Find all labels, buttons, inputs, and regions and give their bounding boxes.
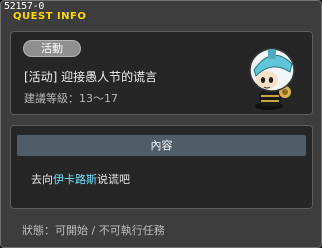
content-suffix: 说谎吧 <box>97 173 130 186</box>
level-requirement: 建議等級：13～17 <box>24 92 118 105</box>
ikarus-npc-icon <box>249 48 295 110</box>
quest-info-window: 52157-0 QUEST INFO 活動 [活动] 迎接愚人节的谎言 建議等級… <box>0 0 322 248</box>
quest-summary-panel: 活動 [活动] 迎接愚人节的谎言 建議等級：13～17 <box>10 31 313 115</box>
quest-name: [活动] 迎接愚人节的谎言 <box>24 70 158 84</box>
content-text: 去向伊卡路斯说谎吧 <box>31 171 130 187</box>
npc-name-link[interactable]: 伊卡路斯 <box>53 173 97 186</box>
quest-status: 狀態：可開始 / 不可執行任務 <box>22 224 165 237</box>
content-prefix: 去向 <box>31 173 53 186</box>
window-title: QUEST INFO <box>13 11 87 22</box>
content-header: 內容 <box>17 135 306 156</box>
quest-content-panel: 內容 去向伊卡路斯说谎吧 <box>10 125 313 209</box>
category-badge: 活動 <box>23 40 81 57</box>
